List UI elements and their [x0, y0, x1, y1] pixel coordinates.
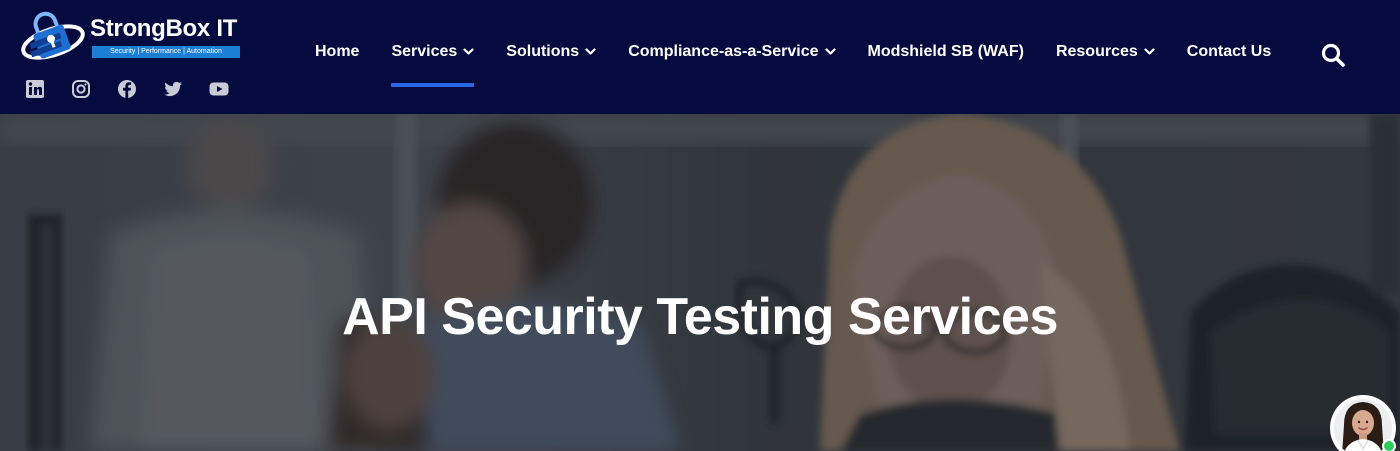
social-links	[24, 78, 230, 100]
nav-item-label: Services	[391, 43, 458, 60]
chevron-down-icon	[824, 48, 836, 55]
nav-item-services[interactable]: Services	[391, 43, 475, 87]
nav-item-contact-us[interactable]: Contact Us	[1187, 43, 1271, 61]
search-icon[interactable]	[1320, 42, 1346, 68]
hero-title: API Security Testing Services	[342, 287, 1058, 346]
nav-item-label: Modshield SB (WAF)	[867, 43, 1024, 60]
office-team-background-image	[0, 114, 1400, 451]
padlock-logo-icon	[21, 11, 85, 60]
twitter-icon[interactable]	[162, 78, 184, 100]
youtube-icon[interactable]	[208, 78, 230, 100]
chevron-down-icon	[585, 48, 596, 55]
nav-item-label: Compliance-as-a-Service	[628, 43, 819, 60]
brand-tagline: Security | Performance | Automation	[92, 46, 240, 58]
online-status-indicator	[1382, 439, 1396, 451]
live-chat-button[interactable]	[1330, 395, 1396, 451]
linkedin-icon[interactable]	[24, 78, 46, 100]
facebook-icon[interactable]	[116, 78, 138, 100]
nav-item-label: Solutions	[506, 43, 580, 60]
chevron-down-icon	[463, 48, 474, 55]
hero-banner: API Security Testing Services	[0, 114, 1400, 451]
site-header: StrongBox IT Security | Performance | Au…	[0, 0, 1400, 114]
nav-item-label: Home	[315, 43, 360, 60]
brand-name: StrongBox IT	[90, 15, 238, 42]
chevron-down-icon	[1144, 48, 1155, 55]
brand-logo[interactable]: StrongBox IT Security | Performance | Au…	[20, 6, 250, 68]
instagram-icon[interactable]	[70, 78, 92, 100]
nav-item-modshield-waf[interactable]: Modshield SB (WAF)	[868, 43, 1024, 61]
main-navigation: Home Services Solutions Compliance-as-a-…	[315, 40, 1271, 87]
nav-item-compliance-as-a-service[interactable]: Compliance-as-a-Service	[628, 43, 836, 61]
nav-item-label: Contact Us	[1186, 43, 1272, 60]
nav-item-solutions[interactable]: Solutions	[506, 43, 596, 61]
nav-item-home[interactable]: Home	[315, 43, 359, 61]
nav-item-resources[interactable]: Resources	[1056, 43, 1155, 61]
nav-item-label: Resources	[1055, 43, 1138, 60]
